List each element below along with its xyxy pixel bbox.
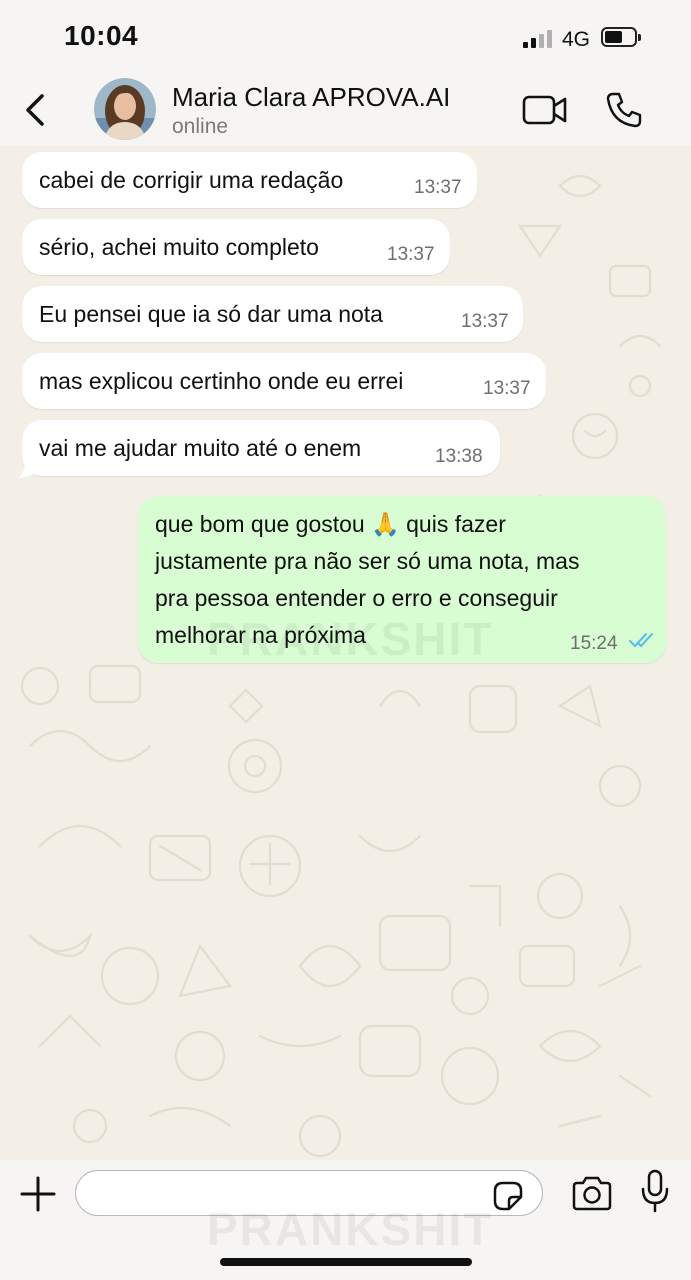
chevron-left-icon xyxy=(26,94,44,126)
microphone-icon xyxy=(641,1169,669,1213)
status-bar: 10:04 4G xyxy=(0,0,691,72)
contact-name[interactable]: Maria Clara APROVA.AI xyxy=(172,82,450,113)
message-text: sério, achei muito completo xyxy=(39,234,319,260)
sticker-button[interactable] xyxy=(491,1179,525,1213)
message-time: 13:37 xyxy=(483,378,531,399)
home-indicator[interactable] xyxy=(220,1258,472,1266)
message-incoming[interactable]: mas explicou certinho onde eu errei 13:3… xyxy=(22,353,546,409)
message-line: justamente pra não ser só uma nota, mas xyxy=(155,548,580,574)
message-incoming[interactable]: vai me ajudar muito até o enem 13:38 xyxy=(22,420,500,476)
camera-icon xyxy=(572,1176,612,1211)
message-text: mas explicou certinho onde eu errei xyxy=(39,368,404,394)
chat-area: PRANKSHIT cabei de corrigir uma redação … xyxy=(0,146,691,1160)
message-time: 13:37 xyxy=(414,177,462,198)
message-time: 13:37 xyxy=(461,311,509,332)
message-incoming[interactable]: cabei de corrigir uma redação 13:37 xyxy=(22,152,477,208)
message-text: Eu pensei que ia só dar uma nota xyxy=(39,301,383,327)
network-type: 4G xyxy=(562,28,591,51)
message-text: cabei de corrigir uma redação xyxy=(39,167,344,193)
signal-icon xyxy=(523,30,553,48)
chat-header: Maria Clara APROVA.AI online xyxy=(0,72,691,146)
microphone-button[interactable] xyxy=(640,1169,670,1215)
message-incoming[interactable]: Eu pensei que ia só dar uma nota 13:37 xyxy=(22,286,523,342)
watermark: PRANKSHIT xyxy=(207,1203,494,1255)
video-camera-icon xyxy=(522,95,567,125)
watermark: PRANKSHIT xyxy=(207,613,494,665)
double-check-icon xyxy=(629,633,653,648)
composer-bar: PRANKSHIT xyxy=(0,1160,691,1280)
message-text: vai me ajudar muito até o enem xyxy=(39,435,362,461)
phone-icon xyxy=(606,92,642,128)
message-line: que bom que gostou 🙏 quis fazer xyxy=(155,511,506,537)
contact-status: online xyxy=(172,115,229,138)
message-time: 15:24 xyxy=(570,633,618,654)
camera-button[interactable] xyxy=(570,1174,614,1214)
plus-icon xyxy=(20,1176,56,1212)
video-call-button[interactable] xyxy=(522,94,568,126)
bubble-tail xyxy=(18,456,38,478)
attach-button[interactable] xyxy=(18,1174,58,1214)
message-time: 13:38 xyxy=(435,446,483,467)
status-time: 10:04 xyxy=(64,20,139,51)
voice-call-button[interactable] xyxy=(604,90,644,130)
sticker-icon xyxy=(493,1181,523,1211)
back-button[interactable] xyxy=(22,90,52,130)
message-time: 13:37 xyxy=(387,244,435,265)
avatar[interactable] xyxy=(94,78,156,140)
message-incoming[interactable]: sério, achei muito completo 13:37 xyxy=(22,219,450,275)
battery-icon xyxy=(601,27,641,47)
